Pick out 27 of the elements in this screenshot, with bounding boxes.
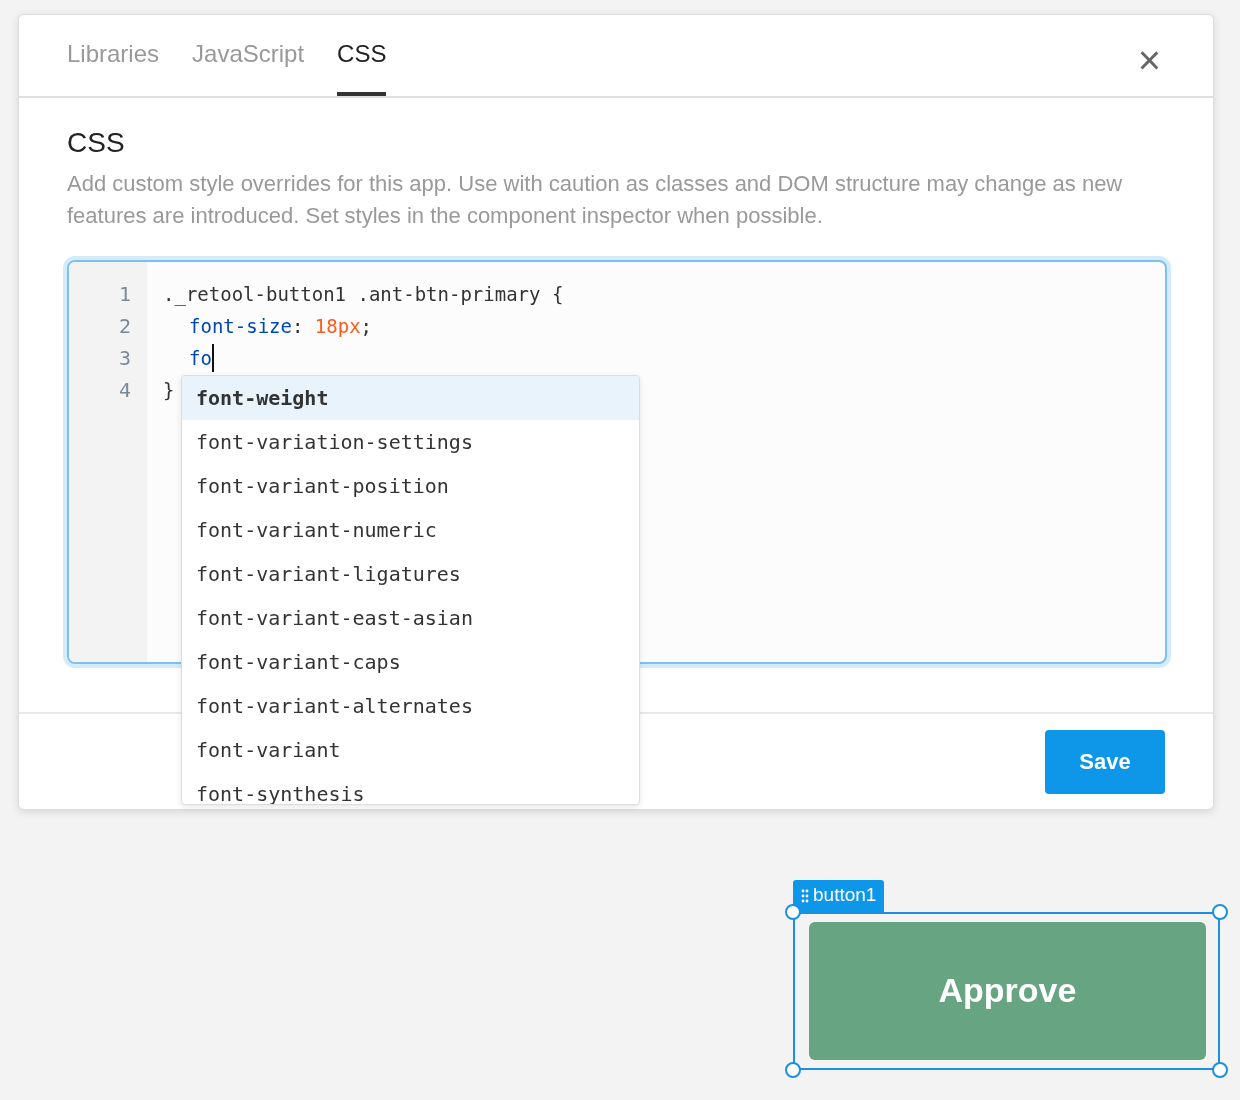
section-title: CSS	[67, 126, 126, 160]
line-number: 2	[117, 312, 132, 340]
autocomplete-item[interactable]: font-variant-east-asian	[182, 595, 639, 640]
autocomplete-item[interactable]: font-variant-caps	[182, 639, 639, 684]
autocomplete-item[interactable]: font-variation-settings	[182, 419, 639, 464]
code-line: ._retool-button1 .ant-btn-primary {	[163, 281, 564, 308]
resize-handle[interactable]	[1212, 1061, 1228, 1078]
code-line: }	[163, 377, 175, 403]
autocomplete-item[interactable]: font-variant	[182, 727, 639, 772]
section-description: Add custom style overrides for this app. Use with caution as classes and DOM structure may change as new features are introduced. Set styles in the component inspector when possible.	[67, 169, 1124, 230]
resize-handle[interactable]	[1212, 903, 1228, 920]
code-line: font-size: 18px;	[188, 313, 373, 339]
autocomplete-item[interactable]: font-variant-alternates	[182, 683, 639, 728]
autocomplete-item[interactable]: font-variant-numeric	[182, 507, 639, 552]
drag-handle-icon	[801, 888, 809, 903]
tab[interactable]: CSS	[337, 15, 387, 96]
autocomplete-item[interactable]: font-variant-position	[182, 463, 639, 508]
line-number: 3	[117, 344, 132, 372]
line-number: 1	[117, 280, 132, 308]
resize-handle[interactable]	[785, 903, 801, 920]
component-tag-label: button1	[813, 883, 877, 908]
line-number: 4	[117, 376, 132, 404]
autocomplete-item[interactable]: font-variant-ligatures	[182, 551, 639, 596]
autocomplete-item[interactable]: font-weight	[182, 375, 639, 420]
close-button[interactable]: ×	[1133, 39, 1165, 80]
resize-handle[interactable]	[785, 1061, 801, 1078]
code-line: fo	[163, 341, 214, 374]
